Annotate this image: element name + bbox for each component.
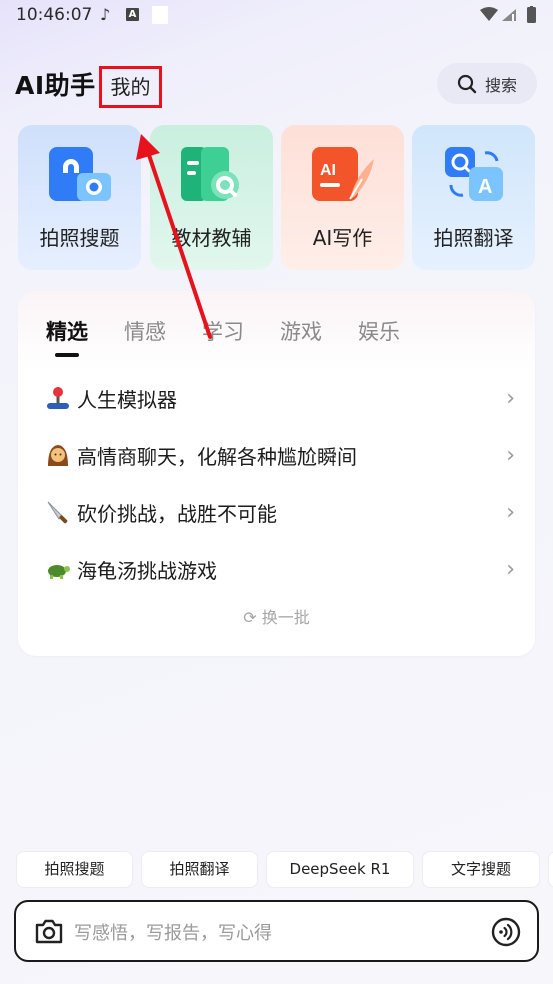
- photo-search-icon: [48, 147, 111, 201]
- font-a-icon: A: [126, 8, 139, 21]
- woman-icon: [48, 445, 68, 466]
- tool-ai-writing[interactable]: AI AI写作: [281, 125, 404, 270]
- search-icon: [457, 74, 477, 93]
- voice-icon[interactable]: [491, 917, 521, 947]
- svg-text:AI: AI: [320, 162, 336, 179]
- list-item[interactable]: 高情商聊天，化解各种尴尬瞬间 ›: [45, 435, 515, 475]
- chevron-right-icon: ›: [506, 442, 515, 468]
- status-time: 10:46:07: [16, 5, 93, 25]
- list-item[interactable]: 海龟汤挑战游戏 ›: [45, 549, 515, 589]
- tab-entertainment[interactable]: 娱乐: [358, 316, 400, 346]
- chevron-right-icon: ›: [506, 499, 515, 525]
- chip-deepseek[interactable]: DeepSeek R1: [266, 851, 414, 888]
- chip-photo-translate[interactable]: 拍照翻译: [141, 851, 258, 888]
- tab-games[interactable]: 游戏: [280, 316, 322, 346]
- chevron-right-icon: ›: [506, 385, 515, 411]
- list-item-text: 人生模拟器: [77, 387, 177, 412]
- search-label: 搜索: [484, 75, 517, 95]
- list-item[interactable]: 砍价挑战，战胜不可能 ›: [45, 492, 515, 532]
- chat-input-placeholder: 写感悟，写报告，写心得: [74, 923, 272, 944]
- refresh-button[interactable]: ⟳ 换一批: [18, 604, 535, 628]
- list-item[interactable]: 人生模拟器 ›: [45, 378, 515, 418]
- textbook-icon: [180, 147, 239, 201]
- tool-photo-translate[interactable]: A 拍照翻译: [412, 125, 535, 270]
- tool-photo-search[interactable]: 拍照搜题: [18, 125, 141, 270]
- status-bar: 10:46:07 ♪ A: [0, 0, 553, 32]
- joystick-icon: [47, 387, 69, 409]
- list-item-text: 海龟汤挑战游戏: [77, 558, 217, 583]
- chevron-right-icon: ›: [506, 556, 515, 582]
- camera-icon[interactable]: [34, 917, 64, 945]
- music-note-icon: ♪: [100, 5, 111, 24]
- tab-study[interactable]: 学习: [202, 316, 244, 346]
- list-item-text: 高情商聊天，化解各种尴尬瞬间: [77, 444, 357, 469]
- featured-panel: 精选 情感 学习 游戏 娱乐 人生模拟器 › 高情商聊天，化解各种尴尬瞬间 › …: [18, 291, 535, 656]
- refresh-label: 换一批: [261, 608, 310, 627]
- chip-photo-search[interactable]: 拍照搜题: [16, 851, 133, 888]
- chip-partial[interactable]: [548, 851, 553, 888]
- signal-battery-icon: [480, 6, 536, 23]
- tool-label: 教材教辅: [171, 226, 252, 250]
- chip-text-search[interactable]: 文字搜题: [422, 851, 540, 888]
- tab-mine[interactable]: 我的: [99, 66, 162, 108]
- category-tabs: 精选 情感 学习 游戏 娱乐: [46, 316, 400, 346]
- quick-action-chips: 拍照搜题 拍照翻译 DeepSeek R1 文字搜题: [16, 851, 553, 888]
- knife-icon: [47, 501, 68, 524]
- tool-label: 拍照翻译: [433, 226, 514, 250]
- notification-icon: [152, 6, 168, 24]
- search-button[interactable]: 搜索: [437, 63, 537, 104]
- chat-input-bar[interactable]: 写感悟，写报告，写心得: [14, 900, 539, 962]
- svg-text:A: A: [478, 176, 492, 198]
- turtle-icon: [48, 565, 70, 579]
- photo-translate-icon: A: [444, 147, 503, 201]
- tab-featured[interactable]: 精选: [46, 316, 88, 346]
- refresh-icon: ⟳: [243, 608, 257, 627]
- ai-writing-icon: AI: [311, 147, 374, 201]
- tool-textbook[interactable]: 教材教辅: [150, 125, 273, 270]
- tab-emotion[interactable]: 情感: [124, 316, 166, 346]
- tool-label: AI写作: [312, 226, 373, 250]
- list-item-text: 砍价挑战，战胜不可能: [77, 501, 277, 526]
- tool-label: 拍照搜题: [39, 226, 120, 250]
- active-tab-indicator: [55, 353, 79, 357]
- page-title: AI助手: [15, 71, 96, 100]
